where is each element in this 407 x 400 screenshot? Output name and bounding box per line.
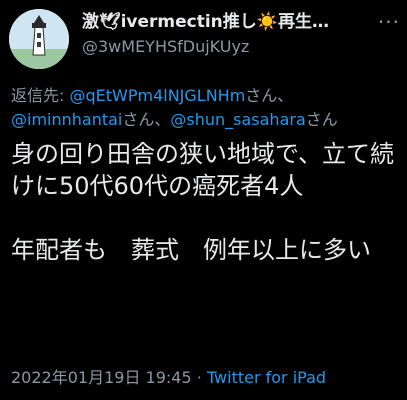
reply-context: 返信先: @qEtWPm4lNJGLNHmさん、 @iminnhantaiさん、@… (11, 84, 401, 132)
mention-suffix: さん、 (245, 86, 294, 105)
tweet-meta: 2022年01月19日 19:45 · Twitter for iPad (11, 366, 326, 390)
mention-link[interactable]: @iminnhantai (11, 110, 122, 129)
author-handle[interactable]: @3wMEYHSfDujKUyz (82, 36, 400, 58)
tweet-text: 身の回り田舎の狭い地域で、立て続けに50代60代の癌死者4人 年配者も 葬式 例… (11, 140, 395, 264)
mention-suffix: さん、 (122, 110, 171, 129)
more-options-icon[interactable]: ··· (378, 11, 400, 33)
reply-prefix: 返信先: (11, 86, 70, 105)
mention-link[interactable]: @qEtWPm4lNJGLNHm (69, 86, 245, 105)
mention-suffix: さん (305, 110, 338, 129)
tweet-header: 激🕊ivermectin推し☀️再生… @3wMEYHSfDujKUyz ··· (82, 11, 400, 61)
mention-link[interactable]: @shun_sasahara (170, 110, 305, 129)
author-avatar[interactable] (9, 9, 69, 69)
lighthouse-avatar-icon (9, 9, 69, 69)
meta-separator: · (191, 368, 207, 387)
author-display-name[interactable]: 激🕊ivermectin推し☀️再生… (82, 11, 352, 33)
tweet-timestamp[interactable]: 2022年01月19日 19:45 (11, 368, 192, 387)
tweet-source-link[interactable]: Twitter for iPad (207, 368, 326, 387)
